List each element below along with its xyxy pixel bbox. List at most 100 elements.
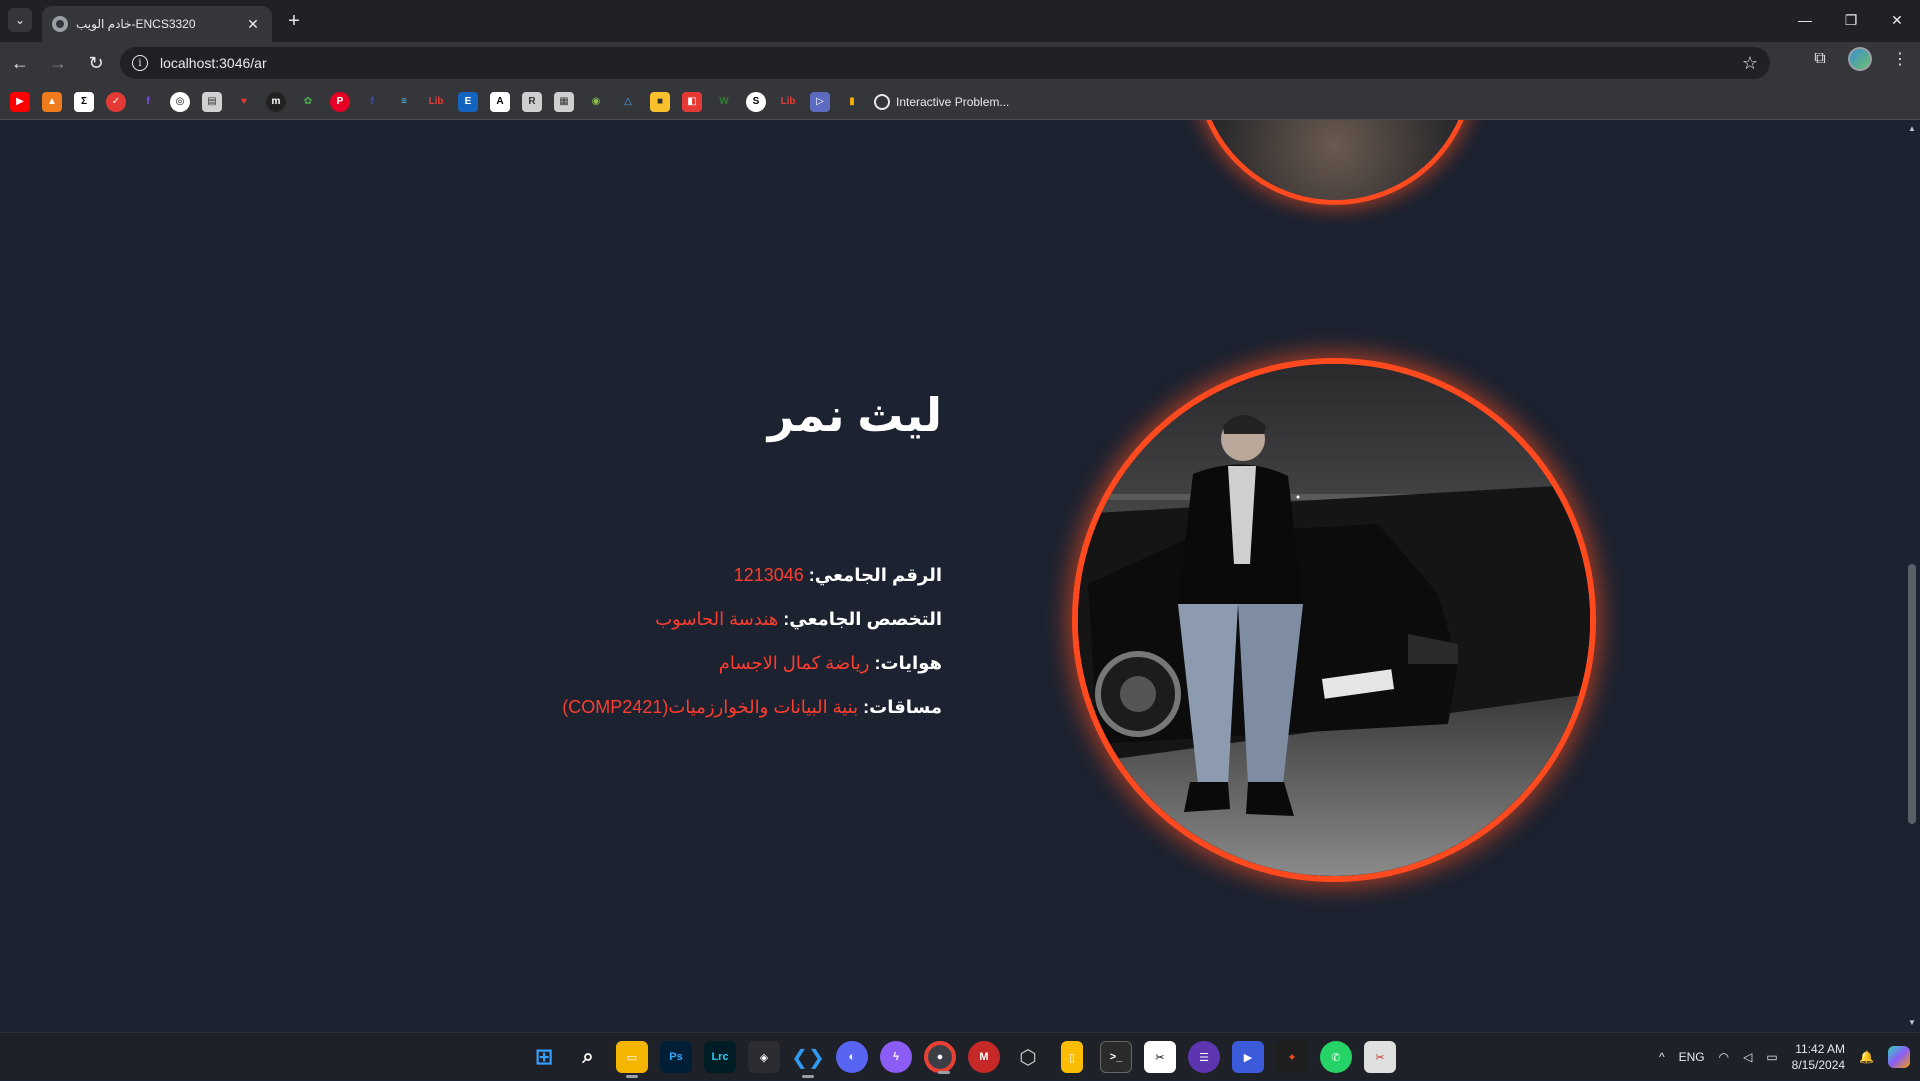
bookmark-star-icon[interactable]: ☆ <box>1742 53 1758 74</box>
scroll-thumb[interactable] <box>1908 564 1916 824</box>
play-bookmark-icon[interactable]: ▷ <box>810 91 830 112</box>
sigma-bookmark-icon[interactable]: Σ <box>74 91 94 112</box>
page-scrollbar[interactable]: ▲ ▼ <box>1904 120 1920 1032</box>
student-id-row: الرقم الجامعي: 1213046 <box>734 565 942 586</box>
grid-bookmark-icon[interactable]: ▦ <box>554 91 574 112</box>
pinterest-bookmark-icon[interactable]: P <box>330 91 350 112</box>
menu-icon[interactable]: ⋮ <box>1888 47 1912 71</box>
language-indicator[interactable]: ENG <box>1679 1050 1705 1064</box>
chart-bookmark-icon[interactable]: ▮ <box>842 91 862 112</box>
unity-icon[interactable]: ⬡ <box>1012 1041 1044 1073</box>
restore-icon[interactable]: ❐ <box>1828 0 1874 40</box>
tab-search-button[interactable]: ⌄ <box>8 8 32 32</box>
lib-bookmark-icon[interactable]: Lib <box>426 91 446 112</box>
r-bookmark-icon[interactable]: R <box>522 91 542 112</box>
whatsapp-icon[interactable]: ✆ <box>1320 1041 1352 1073</box>
back-icon[interactable]: ← <box>2 47 38 79</box>
courses-label: مساقات: <box>863 697 942 717</box>
discord-icon[interactable]: ◐ <box>836 1041 868 1073</box>
clock-date: 8/15/2024 <box>1791 1058 1846 1072</box>
m-bookmark-icon[interactable]: m <box>266 91 286 112</box>
media-player-icon[interactable]: ▶ <box>1232 1041 1264 1073</box>
keep-icon[interactable]: ▯ <box>1061 1041 1083 1073</box>
openai-bookmark-icon[interactable]: ◎ <box>170 91 190 112</box>
extensions-icon[interactable]: ⧉ <box>1808 47 1832 71</box>
lib2-bookmark-icon[interactable]: Lib <box>778 91 798 112</box>
browser-toolbar: ← → ↻ i localhost:3046/ar ☆ ⧉ ⋮ <box>0 42 1920 84</box>
scroll-up-icon[interactable]: ▲ <box>1907 124 1917 134</box>
courses-row: مساقات: بنية البيانات والخوارزميات(COMP2… <box>562 697 942 718</box>
browser-chrome: ⌄ خادم الويب-ENCS3320 ✕ + — ❐ ✕ ← → ↻ i … <box>0 0 1920 120</box>
globe-icon <box>874 93 890 110</box>
doc-bookmark-icon[interactable]: ▤ <box>202 91 222 112</box>
forward-icon[interactable]: → <box>40 47 76 79</box>
battery-icon[interactable]: ▭ <box>1766 1050 1777 1064</box>
vscode-icon[interactable]: ❮❯ <box>791 1041 825 1078</box>
gear-bookmark-icon[interactable]: ✿ <box>298 91 318 112</box>
bookmarks-bar: ▶ ▲ Σ ✓ f ◎ ▤ ♥ m ✿ P f ≡ Lib E A R ▦ ◉ … <box>0 84 1920 120</box>
bookmark-folder-label: Interactive Problem... <box>896 94 1010 109</box>
davinci-icon[interactable]: ◈ <box>748 1041 780 1073</box>
volume-icon[interactable]: ◁ <box>1743 1050 1752 1064</box>
courses-value: بنية البيانات والخوارزميات(COMP2421) <box>562 697 859 717</box>
chevron-up-icon[interactable]: ^ <box>1659 1050 1665 1064</box>
url-text[interactable]: localhost:3046/ar <box>160 55 1742 71</box>
terminal-icon[interactable]: >_ <box>1100 1041 1132 1073</box>
notification-bell-icon[interactable]: 🔔 <box>1859 1050 1874 1064</box>
previous-profile-photo <box>1195 120 1475 205</box>
search-icon[interactable]: ⌕ <box>572 1041 604 1073</box>
eclipse-icon[interactable]: ☰ <box>1188 1041 1220 1073</box>
messenger-icon[interactable]: ϟ <box>880 1041 912 1073</box>
snipping-tool-icon[interactable]: ✂ <box>1364 1041 1396 1073</box>
wifi-icon[interactable]: ◠ <box>1719 1050 1729 1064</box>
toolbar-actions: ⧉ ⋮ <box>1808 47 1912 71</box>
w-bookmark-icon[interactable]: W <box>714 91 734 112</box>
address-bar[interactable]: i localhost:3046/ar ☆ <box>120 47 1770 79</box>
s-bookmark-icon[interactable]: S <box>746 91 766 112</box>
window-controls: — ❐ ✕ <box>1782 0 1920 40</box>
clock-time: 11:42 AM <box>1795 1042 1846 1056</box>
scroll-down-icon[interactable]: ▼ <box>1907 1018 1917 1028</box>
major-label: التخصص الجامعي: <box>783 609 942 629</box>
chrome-icon[interactable]: ● <box>924 1041 956 1074</box>
figma-icon[interactable]: ✦ <box>1276 1041 1308 1073</box>
lightroom-icon[interactable]: Lrc <box>704 1041 736 1073</box>
tab-bar: ⌄ خادم الويب-ENCS3320 ✕ + — ❐ ✕ <box>0 0 1920 42</box>
clock[interactable]: 11:42 AM 8/15/2024 <box>1792 1041 1845 1073</box>
hobbies-value: رياضة كمال الاجسام <box>718 653 870 673</box>
red-box-bookmark-icon[interactable]: ◧ <box>682 91 702 112</box>
f2-bookmark-icon[interactable]: f <box>362 91 382 112</box>
fire-bookmark-icon[interactable]: ▲ <box>42 91 62 112</box>
capcut-icon[interactable]: ✂ <box>1144 1041 1176 1073</box>
close-window-icon[interactable]: ✕ <box>1874 0 1920 40</box>
close-tab-icon[interactable]: ✕ <box>244 16 262 33</box>
copilot-icon[interactable] <box>1888 1046 1910 1068</box>
circle-bookmark-icon[interactable]: ◉ <box>586 91 606 112</box>
triangle-bookmark-icon[interactable]: △ <box>618 91 638 112</box>
heart-bookmark-icon[interactable]: ♥ <box>234 91 254 112</box>
bookmark-folder[interactable]: Interactive Problem... <box>874 93 1010 110</box>
windows-start-icon[interactable]: ⊞ <box>528 1041 560 1073</box>
site-info-icon[interactable]: i <box>132 55 148 71</box>
profile-photo <box>1072 358 1596 882</box>
taskbar-apps: ⊞ ⌕ ▭ Ps Lrc ◈ ❮❯ ◐ ϟ ● M ⬡ ▯ >_ ✂ ☰ ▶ ✦… <box>528 1041 1396 1078</box>
e-bookmark-icon[interactable]: E <box>458 91 478 112</box>
profile-photo-image <box>1078 364 1590 876</box>
active-tab[interactable]: خادم الويب-ENCS3320 ✕ <box>42 6 272 42</box>
globe-icon <box>52 16 68 32</box>
profile-avatar[interactable] <box>1848 47 1872 71</box>
system-tray: ^ ENG ◠ ◁ ▭ 11:42 AM 8/15/2024 🔔 <box>1659 1033 1910 1081</box>
file-explorer-icon[interactable]: ▭ <box>616 1041 648 1078</box>
check-bookmark-icon[interactable]: ✓ <box>106 91 126 112</box>
youtube-bookmark-icon[interactable]: ▶ <box>10 91 30 112</box>
yellow-bookmark-icon[interactable]: ■ <box>650 91 670 112</box>
lines-bookmark-icon[interactable]: ≡ <box>394 91 414 112</box>
reload-icon[interactable]: ↻ <box>78 47 114 79</box>
f-bookmark-icon[interactable]: f <box>138 91 158 112</box>
photoshop-icon[interactable]: Ps <box>660 1041 692 1073</box>
a-bookmark-icon[interactable]: A <box>490 91 510 112</box>
new-tab-button[interactable]: + <box>282 10 306 34</box>
minimize-icon[interactable]: — <box>1782 0 1828 40</box>
student-id-value: 1213046 <box>733 565 804 585</box>
mcgs-icon[interactable]: M <box>968 1041 1000 1073</box>
